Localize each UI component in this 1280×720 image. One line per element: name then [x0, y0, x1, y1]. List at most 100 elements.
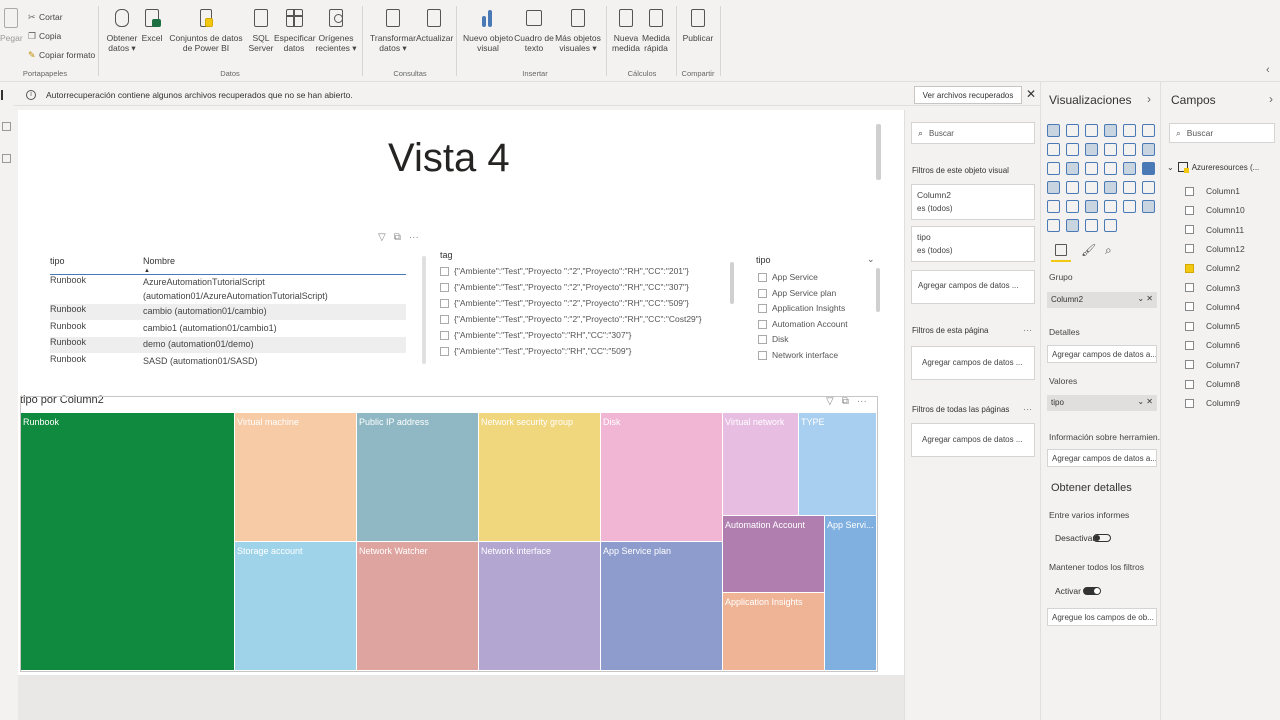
table-row[interactable]: Runbook SASD (automation01/SASD) — [50, 354, 406, 370]
table-row[interactable]: Runbook demo (automation01/demo) — [50, 337, 406, 353]
slicer-item[interactable]: App Service — [758, 272, 818, 282]
field-item[interactable]: Column9 — [1185, 398, 1240, 408]
recent-sources-button[interactable]: Orígenes recientes ▾ — [314, 6, 358, 53]
visual-type-icon[interactable] — [1123, 124, 1136, 137]
model-view-icon[interactable] — [2, 154, 11, 163]
excel-button[interactable]: Excel — [140, 6, 164, 43]
visual-type-icon[interactable] — [1104, 143, 1117, 156]
slicer-item[interactable]: Automation Account — [758, 319, 848, 329]
treemap-tile[interactable]: Network Watcher — [357, 542, 479, 671]
slicer-item[interactable]: App Service plan — [758, 288, 836, 298]
get-data-button[interactable]: Obtener datos ▾ — [104, 6, 140, 53]
field-checkbox[interactable] — [1185, 186, 1194, 196]
add-all-pages-filter-field[interactable]: Agregar campos de datos ... — [911, 423, 1035, 457]
new-measure-button[interactable]: Nueva medida — [610, 6, 642, 53]
new-visual-button[interactable]: Nuevo objeto visual — [462, 6, 514, 53]
fields-search-input[interactable]: ⌕ Buscar — [1169, 123, 1275, 143]
treemap-visual[interactable]: Runbook Virtual machine Public IP addres… — [20, 396, 878, 672]
field-item[interactable]: Column6 — [1185, 340, 1240, 350]
table-row[interactable]: Runbook cambio (automation01/cambio) — [50, 304, 406, 320]
visual-type-icon[interactable] — [1142, 124, 1155, 137]
visual-type-icon[interactable] — [1085, 143, 1098, 156]
visual-type-icon[interactable] — [1104, 200, 1117, 213]
field-checkbox[interactable] — [1185, 398, 1194, 408]
treemap-tile[interactable]: Virtual machine — [235, 413, 357, 542]
visual-type-icon[interactable] — [1085, 181, 1098, 194]
data-view-icon[interactable] — [2, 122, 11, 131]
canvas-scrollbar[interactable] — [876, 124, 881, 180]
field-item[interactable]: Column10 — [1185, 205, 1245, 215]
visual-type-icon[interactable] — [1047, 162, 1060, 175]
visual-type-icon[interactable] — [1085, 219, 1098, 232]
keep-filters-toggle[interactable] — [1083, 587, 1101, 595]
chevron-right-icon[interactable]: › — [1269, 92, 1273, 106]
visual-type-icon[interactable] — [1085, 124, 1098, 137]
cut-button[interactable]: ✂ Cortar — [28, 12, 63, 22]
more-visuals-button[interactable]: Más objetos visuales ▾ — [554, 6, 602, 53]
treemap-tile[interactable]: Automation Account — [723, 516, 825, 593]
slicer-item[interactable]: {"Ambiente":"Test","Proyecto":"RH","CC":… — [440, 330, 631, 340]
quick-measure-button[interactable]: Medida rápida — [640, 6, 672, 53]
slicer-item[interactable]: {"Ambiente":"Test","Proyecto ":"2","Proy… — [440, 298, 689, 308]
close-icon[interactable]: ✕ — [1024, 87, 1038, 101]
slicer-item[interactable]: Network interface — [758, 350, 838, 360]
fields-tab-icon[interactable] — [1055, 244, 1067, 256]
paste-button[interactable]: Pegar — [0, 6, 23, 43]
field-checkbox[interactable] — [1185, 205, 1194, 215]
visual-type-icon[interactable] — [1066, 162, 1079, 175]
field-item[interactable]: Column2 — [1185, 263, 1240, 273]
visual-type-icon[interactable] — [1085, 200, 1098, 213]
visual-type-icon[interactable] — [1047, 143, 1060, 156]
add-page-filter-field[interactable]: Agregar campos de datos ... — [911, 346, 1035, 380]
table-azureresources[interactable]: ⌄ Azureresources (... — [1167, 162, 1259, 173]
field-item[interactable]: Column5 — [1185, 321, 1240, 331]
chevron-down-icon[interactable]: ⌄ ✕ — [1137, 397, 1153, 406]
sql-server-button[interactable]: SQL Server — [248, 6, 274, 53]
treemap-tile[interactable]: Storage account — [235, 542, 357, 671]
field-item[interactable]: Column3 — [1185, 283, 1240, 293]
slicer-item[interactable]: Disk — [758, 334, 789, 344]
table-header-nombre[interactable]: Nombre — [143, 256, 175, 266]
text-box-button[interactable]: Cuadro de texto — [514, 6, 554, 53]
more-options-icon[interactable]: ··· — [1023, 404, 1032, 414]
field-item[interactable]: Column4 — [1185, 302, 1240, 312]
values-field-well[interactable]: tipo ⌄ ✕ — [1047, 395, 1157, 411]
visual-type-icon[interactable] — [1047, 219, 1060, 232]
visual-type-icon[interactable] — [1104, 124, 1117, 137]
field-checkbox[interactable] — [1185, 244, 1194, 254]
field-checkbox[interactable] — [1185, 302, 1194, 312]
publish-button[interactable]: Publicar — [680, 6, 716, 43]
field-item[interactable]: Column1 — [1185, 186, 1240, 196]
drillthrough-field-well[interactable]: Agregue los campos de ob... — [1047, 608, 1157, 626]
view-recovered-files-button[interactable]: Ver archivos recuperados — [914, 86, 1022, 104]
visual-type-icon[interactable] — [1047, 124, 1060, 137]
slicer-item[interactable]: {"Ambiente":"Test","Proyecto ":"2","Proy… — [440, 314, 702, 324]
tooltips-field-well[interactable]: Agregar campos de datos a... — [1047, 449, 1157, 467]
field-checkbox[interactable] — [1185, 340, 1194, 350]
visual-type-icon[interactable] — [1104, 162, 1117, 175]
filter-card-tipo[interactable]: tipo es (todos) — [911, 226, 1035, 262]
field-item[interactable]: Column12 — [1185, 244, 1245, 254]
filter-card-column2[interactable]: Column2 es (todos) — [911, 184, 1035, 220]
visual-type-icon[interactable] — [1123, 162, 1136, 175]
visual-type-icon[interactable] — [1085, 162, 1098, 175]
analytics-icon[interactable]: ⌕ — [1105, 243, 1112, 258]
visual-type-icon[interactable] — [1047, 200, 1060, 213]
refresh-button[interactable]: Actualizar — [416, 6, 453, 43]
more-options-icon[interactable]: ··· — [409, 232, 419, 243]
treemap-tile[interactable]: TYPE — [799, 413, 877, 516]
field-item[interactable]: Column8 — [1185, 379, 1240, 389]
treemap-tile[interactable]: Disk — [601, 413, 723, 542]
details-field-well[interactable]: Agregar campos de datos a... — [1047, 345, 1157, 363]
focus-mode-icon[interactable]: ⧉ — [394, 232, 401, 243]
collapse-ribbon-icon[interactable]: ‹ — [1266, 64, 1270, 76]
table-row[interactable]: Runbook cambio1 (automation01/cambio1) — [50, 321, 406, 337]
field-checkbox[interactable] — [1185, 360, 1194, 370]
visual-type-icon[interactable] — [1123, 143, 1136, 156]
visual-type-icon[interactable] — [1142, 162, 1155, 175]
cross-report-toggle[interactable] — [1093, 534, 1111, 542]
more-options-icon[interactable]: ··· — [1023, 325, 1032, 335]
table-header-tipo[interactable]: tipo — [50, 256, 65, 266]
field-item[interactable]: Column7 — [1185, 360, 1240, 370]
visual-type-icon[interactable] — [1142, 143, 1155, 156]
